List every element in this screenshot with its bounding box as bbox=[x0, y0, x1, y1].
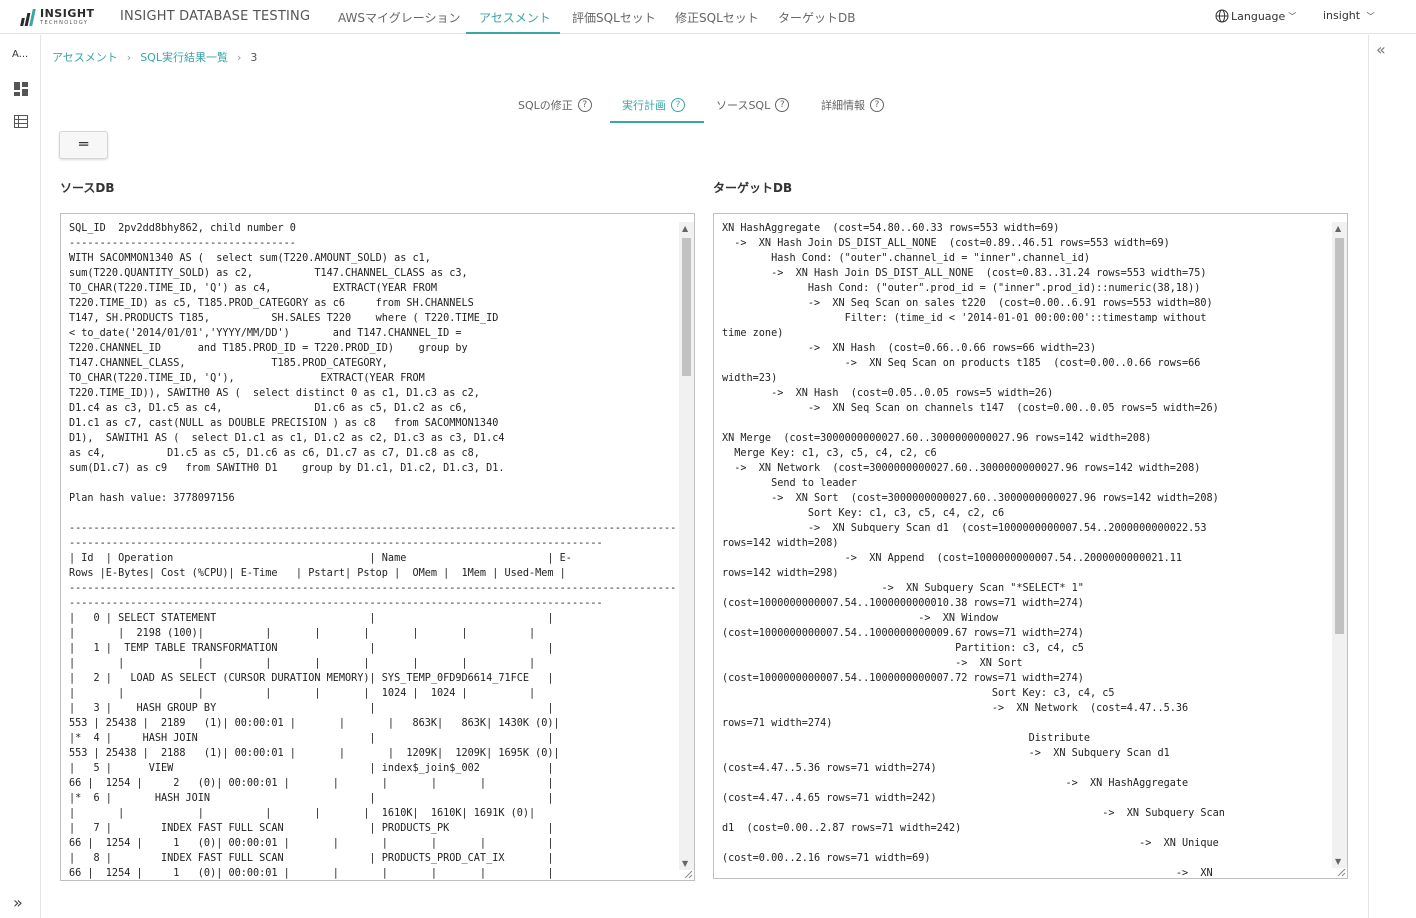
insight-logo[interactable]: INSIGHT TECHNOLOGY bbox=[18, 7, 95, 29]
scroll-down-icon[interactable]: ▼ bbox=[1335, 857, 1341, 866]
breadcrumb-separator-icon: › bbox=[236, 51, 242, 64]
nav-tab-target-db[interactable]: ターゲットDB bbox=[778, 9, 855, 26]
tab-source-sql[interactable]: ソースSQL? bbox=[716, 97, 790, 113]
tab-label: SQLの修正 bbox=[518, 99, 573, 112]
globe-icon bbox=[1215, 9, 1229, 23]
target-plan-text: XN HashAggregate (cost=54.80..60.33 rows… bbox=[722, 223, 1225, 879]
resize-grip-icon[interactable] bbox=[1336, 867, 1346, 877]
source-db-heading: ソースDB bbox=[60, 181, 115, 195]
source-plan-text: SQL_ID 2pv2dd8bhy862, child number 0 ---… bbox=[69, 223, 677, 879]
tab-execution-plan[interactable]: 実行計画? bbox=[622, 97, 685, 113]
nav-tab-fixed-sql-set[interactable]: 修正SQLセット bbox=[675, 9, 759, 26]
tab-label: 実行計画 bbox=[622, 99, 666, 112]
scroll-up-icon[interactable]: ▲ bbox=[682, 224, 688, 233]
language-selector[interactable]: Language ﹀ bbox=[1215, 9, 1296, 23]
user-name: insight bbox=[1323, 9, 1361, 22]
breadcrumb: アセスメント › SQL実行結果一覧 › 3 bbox=[52, 49, 257, 65]
tab-label: 詳細情報 bbox=[821, 99, 865, 112]
scroll-down-icon[interactable]: ▼ bbox=[682, 859, 688, 868]
right-panel-divider bbox=[1368, 35, 1369, 918]
logo-subtext: TECHNOLOGY bbox=[40, 19, 89, 26]
breadcrumb-assessment[interactable]: アセスメント bbox=[52, 51, 118, 64]
nav-tab-eval-sql-set[interactable]: 評価SQLセット bbox=[572, 9, 656, 26]
nav-tab-assessment[interactable]: アセスメント bbox=[479, 9, 551, 26]
source-plan-textarea[interactable]: SQL_ID 2pv2dd8bhy862, child number 0 ---… bbox=[60, 213, 695, 881]
chevron-down-icon: ﹀ bbox=[1288, 11, 1297, 21]
logo-text: INSIGHT bbox=[40, 6, 95, 20]
scrollbar-thumb[interactable] bbox=[682, 238, 691, 376]
scrollbar-thumb[interactable] bbox=[1335, 238, 1344, 634]
menu-button[interactable]: ═ bbox=[59, 131, 108, 159]
tab-details[interactable]: 詳細情報? bbox=[821, 97, 884, 113]
target-plan-textarea[interactable]: XN HashAggregate (cost=54.80..60.33 rows… bbox=[713, 213, 1348, 879]
app-title[interactable]: INSIGHT DATABASE TESTING bbox=[120, 9, 310, 24]
tab-label: ソースSQL bbox=[716, 99, 771, 112]
dashboard-icon[interactable] bbox=[14, 82, 28, 96]
chevron-down-icon: ﹀ bbox=[1366, 12, 1375, 21]
help-icon[interactable]: ? bbox=[671, 98, 685, 112]
source-scrollbar[interactable]: ▲ ▼ bbox=[679, 222, 694, 870]
target-db-heading: ターゲットDB bbox=[713, 181, 793, 195]
scroll-up-icon[interactable]: ▲ bbox=[1335, 224, 1341, 233]
user-menu[interactable]: insight ﹀ bbox=[1323, 9, 1375, 22]
top-navbar: INSIGHT TECHNOLOGY INSIGHT DATABASE TEST… bbox=[0, 0, 1416, 34]
breadcrumb-separator-icon: › bbox=[126, 51, 132, 64]
active-tab-indicator bbox=[466, 32, 560, 34]
left-sidebar: A... » bbox=[0, 35, 41, 918]
nav-tab-aws-migration[interactable]: AWSマイグレーション bbox=[338, 9, 461, 26]
language-label: Language bbox=[1231, 9, 1286, 23]
active-subtab-indicator bbox=[610, 121, 704, 123]
tab-sql-fix[interactable]: SQLの修正? bbox=[518, 97, 592, 113]
target-scrollbar[interactable]: ▲ ▼ bbox=[1332, 222, 1347, 868]
resize-grip-icon[interactable] bbox=[683, 869, 693, 879]
table-list-icon[interactable] bbox=[14, 115, 28, 128]
breadcrumb-sql-results[interactable]: SQL実行結果一覧 bbox=[140, 51, 228, 64]
collapse-right-panel-icon[interactable]: « bbox=[1376, 40, 1386, 59]
logo-mark-icon bbox=[18, 8, 38, 28]
help-icon[interactable]: ? bbox=[577, 98, 592, 112]
help-icon[interactable]: ? bbox=[775, 98, 790, 112]
expand-sidebar-icon[interactable]: » bbox=[13, 893, 23, 912]
help-icon[interactable]: ? bbox=[870, 98, 884, 112]
sidebar-collapsed-label[interactable]: A... bbox=[12, 49, 28, 60]
breadcrumb-current: 3 bbox=[250, 51, 258, 64]
